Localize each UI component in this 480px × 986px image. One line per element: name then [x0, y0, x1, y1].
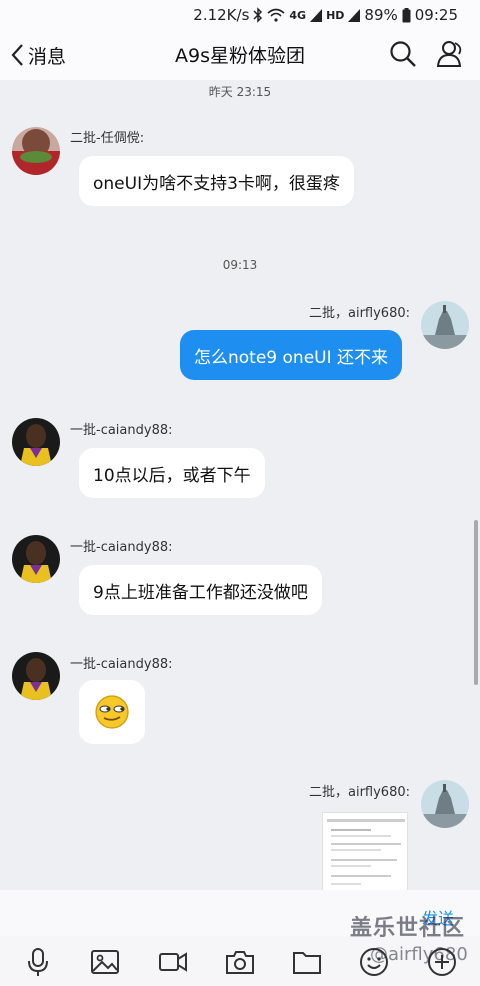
- signal-icon: [310, 8, 323, 22]
- sender-name-4: 一批-caiandy88:: [70, 540, 173, 555]
- folder-icon: [293, 952, 321, 974]
- timestamp-today: 09:13: [222, 258, 258, 272]
- signal-icon-2: [348, 8, 361, 22]
- watermark-handle: @airfly680: [370, 944, 468, 965]
- voice-button[interactable]: [22, 946, 54, 978]
- video-camera-icon: [159, 952, 187, 972]
- scrollbar[interactable]: [474, 520, 478, 685]
- avatar-sender-1[interactable]: [12, 127, 60, 175]
- message-bubble-3[interactable]: 10点以后，或者下午: [79, 448, 265, 498]
- avatar-sender-3[interactable]: [12, 535, 60, 583]
- search-icon: [390, 41, 416, 67]
- chat-header: 消息 A9s星粉体验团: [0, 30, 480, 80]
- avatar-sender-4[interactable]: [12, 652, 60, 700]
- group-members-icon: [436, 41, 462, 67]
- file-button[interactable]: [291, 946, 323, 978]
- smirk-emoji-icon: [95, 695, 129, 729]
- wifi-icon: [267, 8, 285, 22]
- battery-icon: [402, 7, 411, 23]
- sender-name-2: 二批，airfly680:: [309, 306, 410, 321]
- hd-label: HD: [326, 8, 345, 22]
- camera-icon: [226, 951, 254, 974]
- timestamp-yesterday: 昨天 23:15: [208, 85, 272, 99]
- message-bubble-4[interactable]: 9点上班准备工作都还没做吧: [79, 565, 322, 615]
- sender-name-6: 二批，airfly680:: [309, 785, 410, 800]
- image-message-thumbnail[interactable]: [322, 812, 408, 892]
- sender-name-3: 一批-caiandy88:: [70, 423, 173, 438]
- message-bubble-1[interactable]: oneUI为啥不支持3卡啊，很蛋疼: [79, 156, 354, 206]
- network-speed: 2.12K/s: [193, 6, 250, 24]
- image-button[interactable]: [89, 946, 121, 978]
- clock: 09:25: [414, 6, 458, 24]
- group-info-button[interactable]: [435, 39, 465, 69]
- camera-button[interactable]: [224, 946, 256, 978]
- search-button[interactable]: [388, 39, 418, 69]
- watermark-logo: 盖乐世社区: [350, 916, 466, 941]
- avatar-self-1[interactable]: [421, 301, 469, 349]
- image-icon: [91, 950, 119, 974]
- status-bar: 2.12K/s 4G HD 89% 09:25: [0, 0, 480, 30]
- video-button[interactable]: [157, 946, 189, 978]
- microphone-icon: [28, 948, 48, 976]
- network-type-label: 4G: [289, 8, 307, 22]
- avatar-self-2[interactable]: [421, 780, 469, 828]
- emoji-message[interactable]: [79, 680, 145, 744]
- avatar-sender-2[interactable]: [12, 418, 60, 466]
- sender-name-1: 二批-任倜傥:: [70, 131, 145, 146]
- bluetooth-icon: [253, 7, 263, 23]
- sender-name-5: 一批-caiandy88:: [70, 657, 173, 672]
- message-bubble-2[interactable]: 怎么note9 oneUI 还不来: [180, 330, 403, 380]
- battery-percent: 89%: [364, 6, 398, 24]
